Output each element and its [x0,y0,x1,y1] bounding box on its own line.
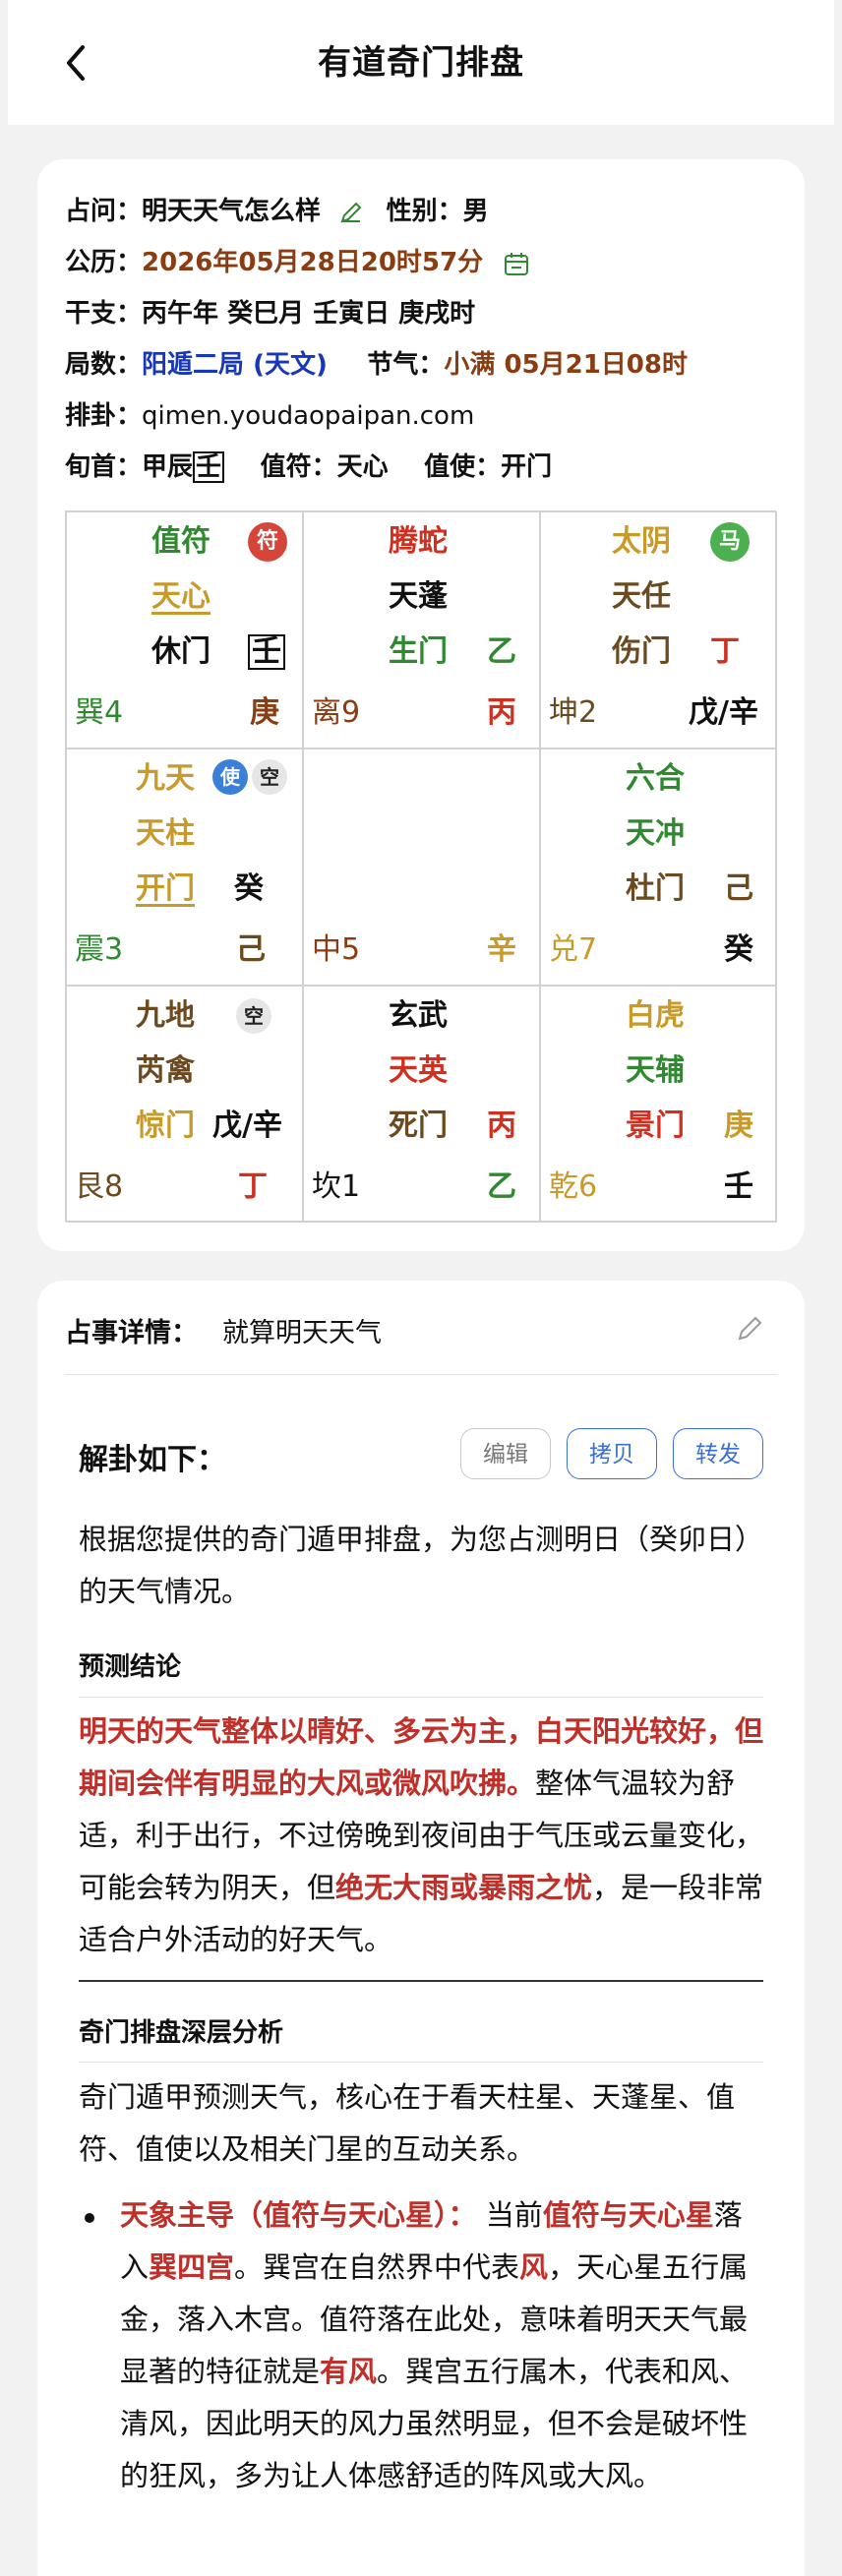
detail-value: 就算明天天气 [222,1318,382,1348]
palace-kan[interactable]: 玄武 天英 死门 丙 坎1 乙 [303,986,540,1223]
ma-badge: 马 [710,522,750,562]
info-question-row: 占问：明天天气怎么样 性别：男 [65,197,489,226]
edit-button[interactable]: 编辑 [460,1428,551,1479]
palace-gen[interactable]: 九地 空 芮禽 惊门 戊/辛 艮8 丁 [66,986,303,1223]
section-rule [79,1980,763,1982]
forward-button[interactable]: 转发 [673,1428,763,1479]
question-text: 明天天气怎么样 [142,197,322,226]
top-nav-bar: 有道奇门排盘 [8,0,834,125]
analysis-intro: 奇门遁甲预测天气，核心在于看天柱星、天蓬星、值符、值使以及相关门星的互动关系。 [79,2080,736,2166]
shi-badge: 使 [212,759,248,795]
palace-zhong[interactable]: 中5 辛 [303,749,540,986]
info-xunshou-row: 旬首：甲辰壬 值符：天心 值使：开门 [65,451,553,483]
conclusion-heading: 预测结论 [79,1652,182,1682]
jiegua-heading: 解卦如下： [79,1443,226,1477]
kong-badge: 空 [236,998,271,1034]
palace-qian[interactable]: 白虎 天辅 景门 庚 乾6 壬 [540,986,777,1223]
divider [79,1697,763,1698]
fu-badge: 符 [248,522,287,562]
detail-label: 占事详情： [65,1318,198,1348]
analysis-bullet: 天象主导（值符与天心星）： 当前值符与天心星落入巽四宫。巽宫在自然界中代表风，天… [120,2198,749,2492]
info-solar-row: 公历：2026年05月28日20时57分 [65,246,530,279]
divider [65,1374,777,1375]
qimen-grid: 值符 符 天心 休门 壬 巽4 庚 腾蛇 天蓬 生门 乙 离9 丙 太阴 马 天… [65,510,777,1223]
analysis-heading: 奇门排盘深层分析 [79,2018,284,2048]
intro-paragraph: 根据您提供的奇门遁甲排盘，为您占测明日（癸卯日）的天气情况。 [79,1523,764,1608]
page-title: 有道奇门排盘 [318,43,524,83]
palace-xun[interactable]: 值符 符 天心 休门 壬 巽4 庚 [66,511,303,749]
info-paipan-row: 排卦：qimen.youdaopaipan.com [65,401,475,431]
copy-button[interactable]: 拷贝 [567,1428,657,1479]
conclusion-paragraph: 明天的天气整体以晴好、多云为主，白天阳光较好，但期间会伴有明显的大风或微风吹拂。… [79,1714,764,1956]
info-ju-row: 局数：阳遁二局 (天文) 节气：小满 05月21日08时 [65,350,688,380]
calendar-icon[interactable] [503,250,530,277]
edit-pencil-icon[interactable] [735,1314,764,1344]
solar-date[interactable]: 2026年05月28日20时57分 [142,248,483,277]
bullet-dot [85,2213,94,2223]
pencil-icon[interactable] [338,200,364,225]
palace-zhen[interactable]: 九天 使 空 天柱 开门 癸 震3 己 [66,749,303,986]
kong-badge: 空 [252,759,287,795]
divider [79,2062,763,2063]
palace-li[interactable]: 腾蛇 天蓬 生门 乙 离9 丙 [303,511,540,749]
palace-kun[interactable]: 太阴 马 天任 伤门 丁 坤2 戊/辛 [540,511,777,749]
info-ganzhi-row: 干支：丙午年 癸巳月 壬寅日 庚戌时 [65,299,476,329]
palace-dui[interactable]: 六合 天冲 杜门 己 兑7 癸 [540,749,777,986]
